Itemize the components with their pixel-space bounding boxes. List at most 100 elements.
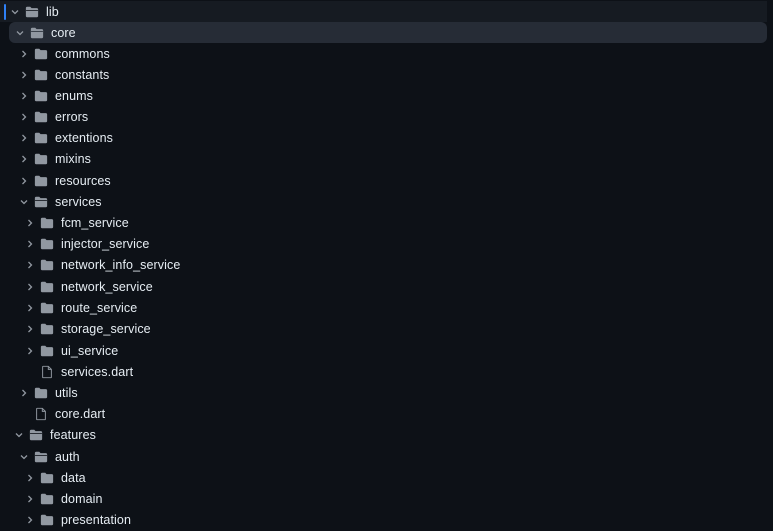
tree-item-domain[interactable]: domain — [0, 488, 767, 509]
chevron-right-icon[interactable] — [23, 322, 37, 336]
folder-icon — [39, 300, 55, 316]
tree-item-label: auth — [55, 449, 80, 464]
chevron-down-icon[interactable] — [17, 450, 31, 464]
tree-item-route-service[interactable]: route_service — [0, 297, 767, 318]
folder-open-icon — [24, 4, 40, 20]
chevron-down-icon[interactable] — [17, 195, 31, 209]
chevron-down-icon[interactable] — [13, 26, 27, 40]
tree-item-label: presentation — [61, 512, 131, 527]
chevron-right-icon[interactable] — [23, 237, 37, 251]
folder-open-icon — [28, 427, 44, 443]
chevron-right-icon[interactable] — [23, 344, 37, 358]
tree-item-label: ui_service — [61, 343, 119, 358]
tree-item-label: fcm_service — [61, 215, 129, 230]
tree-item-features[interactable]: features — [0, 424, 767, 445]
chevron-right-icon[interactable] — [23, 258, 37, 272]
file-tree: lib core commons constants enums errors … — [0, 0, 773, 531]
folder-icon — [33, 130, 49, 146]
chevron-right-icon[interactable] — [23, 492, 37, 506]
folder-icon — [33, 173, 49, 189]
tree-item-presentation[interactable]: presentation — [0, 509, 767, 530]
tree-item-label: domain — [61, 491, 103, 506]
tree-item-fcm-service[interactable]: fcm_service — [0, 212, 767, 233]
tree-item-network-info-service[interactable]: network_info_service — [0, 254, 767, 275]
tree-item-label: network_service — [61, 279, 153, 294]
chevron-down-icon[interactable] — [8, 5, 22, 19]
tree-item-network-service[interactable]: network_service — [0, 276, 767, 297]
tree-item-label: route_service — [61, 300, 138, 315]
tree-item-label: enums — [55, 88, 94, 103]
tree-item-services[interactable]: services — [0, 191, 767, 212]
chevron-right-icon[interactable] — [23, 216, 37, 230]
folder-icon — [39, 321, 55, 337]
folder-icon — [33, 46, 49, 62]
tree-item-ui-service[interactable]: ui_service — [0, 340, 767, 361]
tree-item-label: injector_service — [61, 236, 150, 251]
folder-icon — [39, 236, 55, 252]
folder-open-icon — [33, 194, 49, 210]
tree-item-auth[interactable]: auth — [0, 446, 767, 467]
tree-item-constants[interactable]: constants — [0, 64, 767, 85]
folder-open-icon — [33, 449, 49, 465]
folder-icon — [39, 512, 55, 528]
chevron-right-icon[interactable] — [17, 110, 31, 124]
tree-item-errors[interactable]: errors — [0, 106, 767, 127]
folder-icon — [33, 88, 49, 104]
file-icon — [39, 364, 55, 380]
chevron-right-icon[interactable] — [17, 89, 31, 103]
tree-item-label: core.dart — [55, 406, 106, 421]
folder-icon — [39, 343, 55, 359]
folder-icon — [39, 491, 55, 507]
tree-item-utils[interactable]: utils — [0, 382, 767, 403]
folder-icon — [33, 67, 49, 83]
tree-item-label: data — [61, 470, 86, 485]
tree-item-storage-service[interactable]: storage_service — [0, 318, 767, 339]
tree-item-label: core — [51, 25, 76, 40]
tree-item-label: services.dart — [61, 364, 134, 379]
tree-item-label: network_info_service — [61, 257, 181, 272]
tree-item-label: storage_service — [61, 321, 151, 336]
chevron-right-icon[interactable] — [17, 131, 31, 145]
folder-icon — [39, 470, 55, 486]
folder-icon — [33, 109, 49, 125]
chevron-right-icon[interactable] — [17, 174, 31, 188]
tree-item-resources[interactable]: resources — [0, 170, 767, 191]
tree-item-commons[interactable]: commons — [0, 43, 767, 64]
tree-item-lib[interactable]: lib — [0, 1, 767, 22]
tree-item-label: utils — [55, 385, 78, 400]
folder-icon — [39, 257, 55, 273]
tree-item-label: commons — [55, 46, 110, 61]
tree-item-core-dart[interactable]: core.dart — [0, 403, 767, 424]
chevron-right-icon[interactable] — [17, 152, 31, 166]
tree-item-label: constants — [55, 67, 110, 82]
chevron-right-icon[interactable] — [17, 68, 31, 82]
chevron-right-icon[interactable] — [17, 47, 31, 61]
tree-item-data[interactable]: data — [0, 467, 767, 488]
folder-icon — [39, 279, 55, 295]
tree-item-label: resources — [55, 173, 111, 188]
tree-item-services-dart[interactable]: services.dart — [0, 361, 767, 382]
folder-icon — [39, 215, 55, 231]
tree-item-label: features — [50, 427, 96, 442]
tree-item-mixins[interactable]: mixins — [0, 148, 767, 169]
chevron-right-icon[interactable] — [23, 471, 37, 485]
chevron-down-icon[interactable] — [12, 428, 26, 442]
folder-icon — [33, 151, 49, 167]
folder-open-icon — [29, 25, 45, 41]
chevron-right-icon[interactable] — [17, 386, 31, 400]
tree-item-label: lib — [46, 4, 59, 19]
active-indicator — [4, 4, 6, 20]
folder-icon — [33, 385, 49, 401]
tree-item-label: mixins — [55, 151, 92, 166]
chevron-right-icon[interactable] — [23, 513, 37, 527]
tree-item-core[interactable]: core — [9, 22, 767, 43]
tree-item-enums[interactable]: enums — [0, 85, 767, 106]
chevron-right-icon[interactable] — [23, 301, 37, 315]
tree-item-label: services — [55, 194, 102, 209]
tree-item-label: extentions — [55, 130, 113, 145]
file-icon — [33, 406, 49, 422]
tree-item-injector-service[interactable]: injector_service — [0, 233, 767, 254]
tree-item-extentions[interactable]: extentions — [0, 127, 767, 148]
tree-item-label: errors — [55, 109, 89, 124]
chevron-right-icon[interactable] — [23, 280, 37, 294]
